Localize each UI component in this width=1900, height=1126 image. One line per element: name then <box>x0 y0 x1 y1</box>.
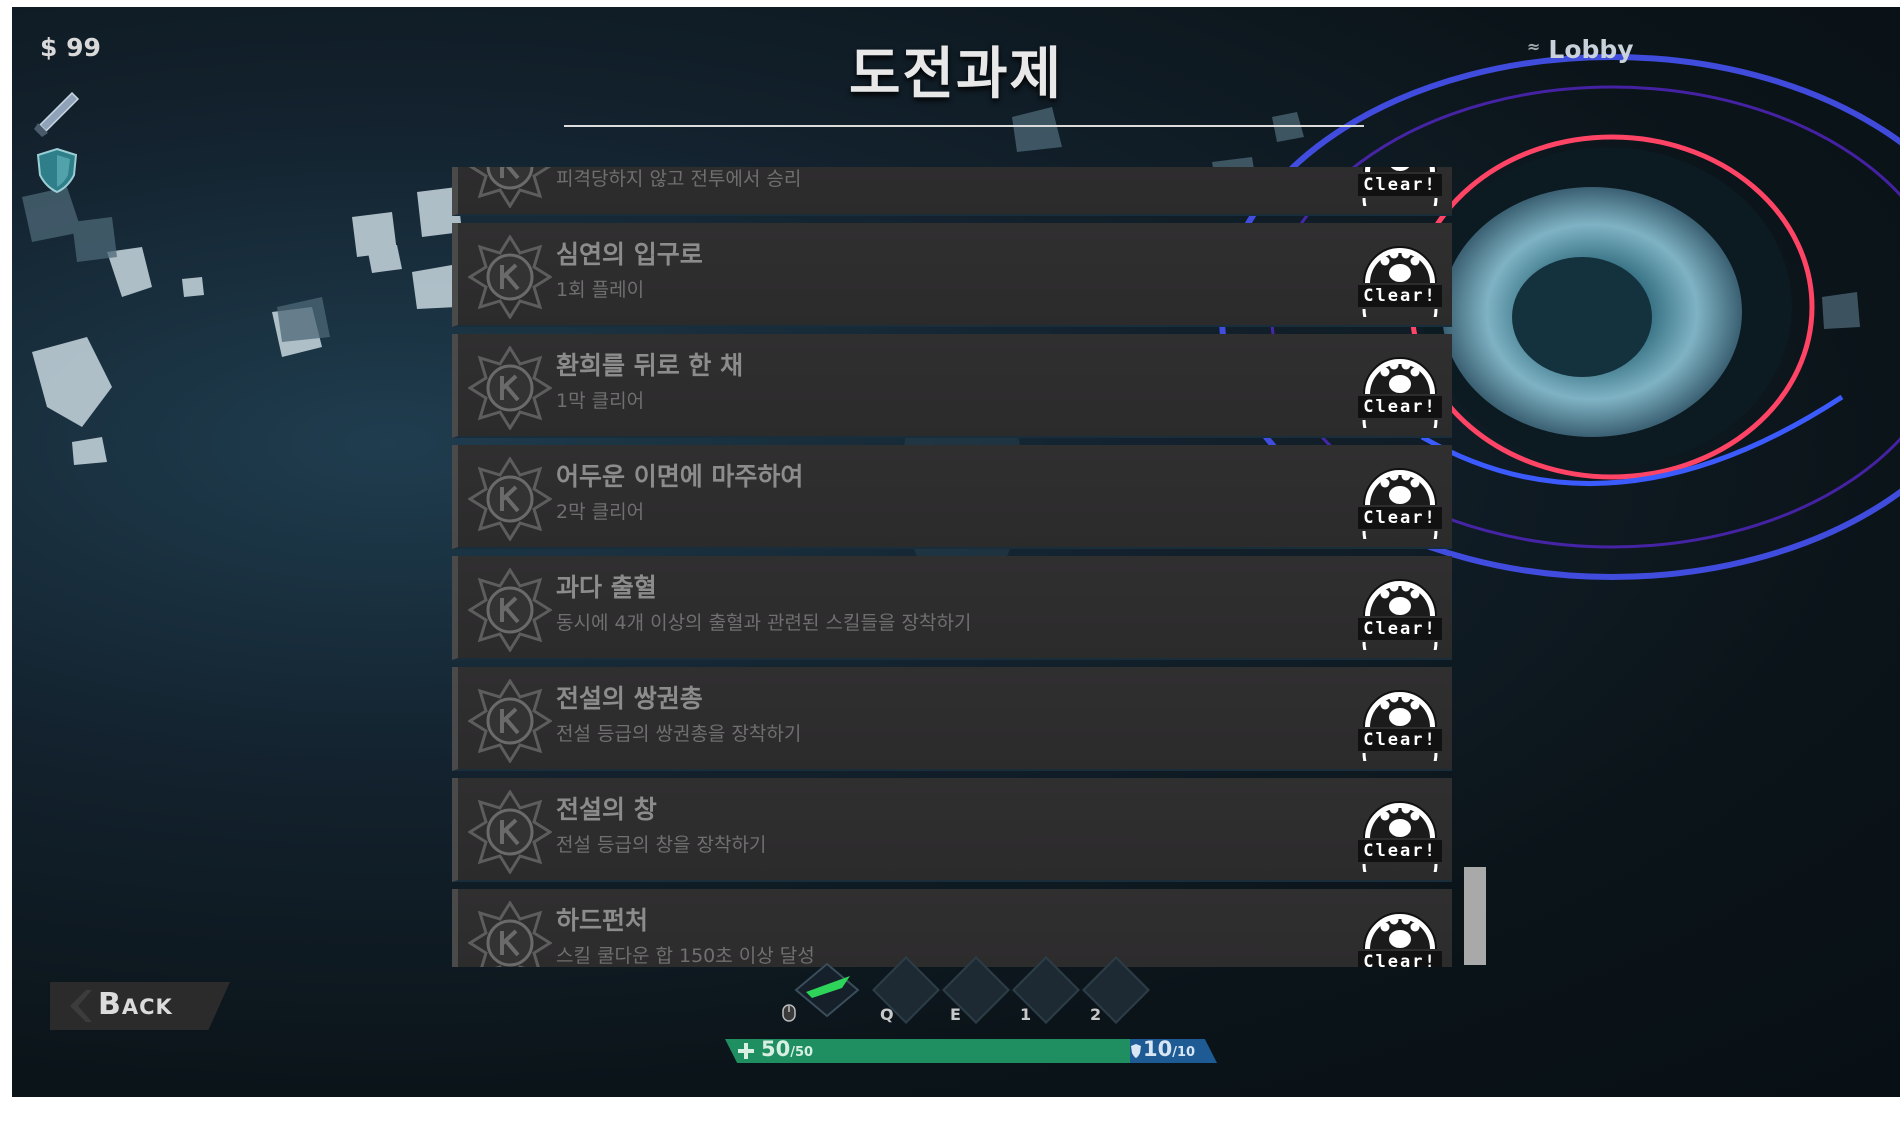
list-scrollbar[interactable] <box>1464 867 1486 965</box>
clear-status-text: Clear! <box>1363 175 1436 195</box>
achievement-description: 전설 등급의 창을 장착하기 <box>556 834 767 856</box>
clear-status-text: Clear! <box>1363 952 1436 967</box>
lobby-label: Lobby <box>1548 35 1634 64</box>
achievement-row[interactable]: 심연의 입구로 1회 플레이 Clear! <box>452 223 1452 327</box>
game-scene: $ 99 도전과제 ≈ Lobby 피격당하지 않고 전투에서 승리 Clear! 심… <box>12 7 1900 1097</box>
achievement-k-badge-icon <box>468 457 552 541</box>
achievement-name: 어두운 이면에 마주하여 <box>556 462 804 491</box>
paw-clear-stamp-icon: Clear! <box>1358 912 1442 967</box>
shield-readout: 10/10 <box>1143 1037 1195 1061</box>
skill-key-q: Q <box>880 1005 894 1024</box>
lobby-indicator: ≈ Lobby <box>1527 35 1634 64</box>
achievement-row[interactable]: 환희를 뒤로 한 채 1막 클리어 Clear! <box>452 334 1452 438</box>
achievement-description: 피격당하지 않고 전투에서 승리 <box>556 168 802 190</box>
achievement-list[interactable]: 피격당하지 않고 전투에서 승리 Clear! 심연의 입구로 1회 플레이 Clear… <box>452 167 1452 967</box>
back-button[interactable]: Back <box>50 982 230 1030</box>
clear-status-text: Clear! <box>1363 730 1436 750</box>
achievement-name: 하드펀처 <box>556 906 649 935</box>
paw-clear-stamp-icon: Clear! <box>1358 468 1442 539</box>
back-label: Back <box>98 987 173 1022</box>
achievement-k-badge-icon <box>468 679 552 763</box>
paw-clear-stamp-icon: Clear! <box>1358 246 1442 317</box>
clear-status-text: Clear! <box>1363 841 1436 861</box>
skill-key-1: 1 <box>1020 1005 1032 1024</box>
title-divider <box>564 125 1364 127</box>
health-max: /50 <box>790 1045 814 1060</box>
achievement-k-badge-icon <box>468 901 552 967</box>
shield-current: 10 <box>1143 1037 1173 1061</box>
clear-status-text: Clear! <box>1363 619 1436 639</box>
achievement-k-badge-icon <box>468 167 552 208</box>
paw-clear-stamp-icon: Clear! <box>1358 690 1442 761</box>
paw-clear-stamp-icon: Clear! <box>1358 801 1442 872</box>
shield-small-icon <box>1131 1044 1141 1058</box>
paw-clear-stamp-icon: Clear! <box>1358 167 1442 206</box>
health-shield-bar: 50/50 10/10 <box>725 1037 1217 1063</box>
achievement-description: 1회 플레이 <box>556 279 645 301</box>
achievement-k-badge-icon <box>468 346 552 430</box>
paw-clear-stamp-icon: Clear! <box>1358 357 1442 428</box>
main-weapon-slot[interactable] <box>792 962 862 1018</box>
mouse-icon <box>782 1004 796 1022</box>
lobby-icon: ≈ <box>1527 37 1541 56</box>
achievement-row[interactable]: 전설의 쌍권총전설 등급의 쌍권총을 장착하기 Clear! <box>452 667 1452 771</box>
achievement-name: 전설의 쌍권총 <box>556 684 703 713</box>
achievement-k-badge-icon <box>468 568 552 652</box>
clear-status-text: Clear! <box>1363 286 1436 306</box>
health-current: 50 <box>761 1037 791 1061</box>
health-plus-icon <box>738 1043 754 1059</box>
achievement-name: 심연의 입구로 <box>556 240 703 269</box>
skill-key-e: E <box>950 1005 961 1024</box>
clear-status-text: Clear! <box>1363 397 1436 417</box>
achievement-row[interactable]: 과다 출혈동시에 4개 이상의 출혈과 관련된 스킬들을 장착하기 Clear! <box>452 556 1452 660</box>
achievement-description: 전설 등급의 쌍권총을 장착하기 <box>556 723 802 745</box>
achievement-row[interactable]: 피격당하지 않고 전투에서 승리 Clear! <box>452 167 1452 216</box>
achievement-name: 전설의 창 <box>556 795 657 824</box>
achievement-name: 환희를 뒤로 한 채 <box>556 351 744 380</box>
achievement-description: 동시에 4개 이상의 출혈과 관련된 스킬들을 장착하기 <box>556 612 972 634</box>
achievement-k-badge-icon <box>468 790 552 874</box>
achievement-name: 과다 출혈 <box>556 573 657 602</box>
health-readout: 50/50 <box>761 1037 813 1061</box>
paw-clear-stamp-icon: Clear! <box>1358 579 1442 650</box>
achievement-description: 2막 클리어 <box>556 501 645 523</box>
achievement-list-content: 피격당하지 않고 전투에서 승리 Clear! 심연의 입구로 1회 플레이 Clear… <box>452 167 1452 967</box>
back-chevron-icon <box>70 990 92 1022</box>
achievement-row[interactable]: 전설의 창전설 등급의 창을 장착하기 Clear! <box>452 778 1452 882</box>
shield-icon[interactable] <box>32 145 82 195</box>
achievement-row[interactable]: 어두운 이면에 마주하여 2막 클리어 Clear! <box>452 445 1452 549</box>
clear-status-text: Clear! <box>1363 508 1436 528</box>
skill-bar: Q E 1 2 <box>772 956 1172 1032</box>
shield-max: /10 <box>1172 1045 1196 1060</box>
achievement-row[interactable]: 하드펀처 스킬 쿨다운 합 150초 이상 달성 Clear! <box>452 889 1452 967</box>
achievement-k-badge-icon <box>468 235 552 319</box>
skill-key-2: 2 <box>1090 1005 1102 1024</box>
achievement-description: 1막 클리어 <box>556 390 645 412</box>
